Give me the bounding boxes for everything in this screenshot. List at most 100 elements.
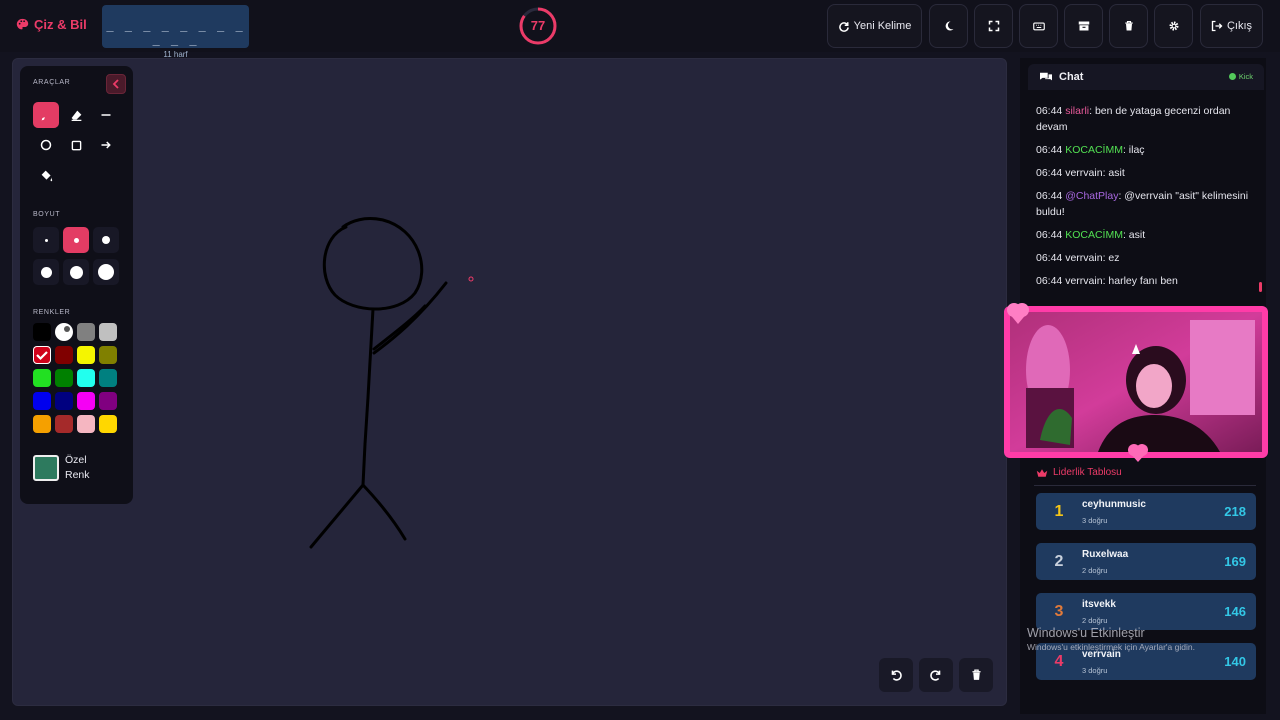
size-option-2[interactable] (63, 227, 89, 253)
leaderboard-rank: 2 (1054, 553, 1064, 570)
settings-button[interactable] (1154, 4, 1193, 48)
brush-tool[interactable] (33, 102, 59, 128)
size-section-label: BOYUT (33, 211, 61, 218)
brush-cursor (468, 276, 474, 282)
size-option-4[interactable] (33, 259, 59, 285)
new-word-label: Yeni Kelime (853, 20, 912, 32)
timer-value: 77 (530, 18, 546, 33)
leaderboard-score: 218 (1224, 504, 1246, 519)
chat-username[interactable]: verrvain (1065, 252, 1102, 264)
color-swatch[interactable] (99, 392, 117, 410)
archive-button[interactable] (1064, 4, 1103, 48)
logout-icon (1211, 20, 1223, 32)
chat-messages[interactable]: 06:44 silarli: ben de yataga gecenzi ord… (1036, 103, 1256, 296)
chat-username[interactable]: silarli (1065, 105, 1089, 117)
color-swatch[interactable] (33, 346, 51, 364)
custom-color-swatch[interactable] (33, 455, 59, 481)
tool-panel: ARAÇLAR BOYUT RENKLER Özel Renk (20, 66, 133, 504)
color-swatch[interactable] (33, 369, 51, 387)
size-dot (40, 266, 52, 278)
chevron-left-icon (112, 79, 119, 89)
chat-message: 06:44 verrvain: harley fanı ben (1036, 273, 1256, 289)
color-swatch[interactable] (99, 415, 117, 433)
color-swatch[interactable] (77, 392, 95, 410)
check-icon (36, 351, 48, 361)
keyboard-icon (1032, 22, 1045, 31)
color-swatch[interactable] (77, 369, 95, 387)
color-swatch[interactable] (33, 415, 51, 433)
color-swatch[interactable] (55, 346, 73, 364)
leaderboard-row: 1 ceyhunmusic 3 doğru 218 (1036, 493, 1256, 530)
chat-username[interactable]: verrvain (1065, 167, 1102, 179)
collapse-panel-button[interactable] (106, 74, 126, 94)
eraser-tool[interactable] (63, 102, 89, 128)
leaderboard-name: Ruxelwaa (1082, 549, 1129, 560)
color-swatch[interactable] (55, 323, 73, 341)
color-swatch[interactable] (77, 323, 95, 341)
fill-tool[interactable] (33, 162, 59, 188)
custom-color-label: Özel Renk (65, 453, 90, 483)
theme-toggle-button[interactable] (929, 4, 968, 48)
moon-icon (945, 21, 953, 31)
color-swatch[interactable] (77, 346, 95, 364)
color-swatch[interactable] (99, 369, 117, 387)
keyboard-button[interactable] (1019, 4, 1058, 48)
canvas-drawing (309, 217, 474, 549)
arrow-tool[interactable] (93, 132, 119, 158)
size-option-5[interactable] (63, 259, 89, 285)
circle-tool[interactable] (33, 132, 59, 158)
size-dot (98, 264, 114, 280)
size-option-1[interactable] (33, 227, 59, 253)
line-tool[interactable] (93, 102, 119, 128)
word-dashes: _ _ _ _ _ _ _ _ _ _ _ (106, 18, 245, 46)
new-word-button[interactable]: Yeni Kelime (827, 4, 922, 48)
palette-icon (16, 18, 29, 30)
platform-status: Kick (1228, 72, 1253, 81)
drawing-canvas[interactable] (12, 58, 1007, 706)
chat-text: : ilaç (1122, 144, 1145, 156)
color-swatch[interactable] (55, 392, 73, 410)
leaderboard-score: 140 (1224, 654, 1246, 669)
clear-canvas-button[interactable] (959, 658, 993, 692)
chat-text: : asit (1102, 167, 1125, 179)
fullscreen-icon (988, 20, 999, 32)
arrow-right-icon (101, 141, 111, 149)
chat-message: 06:44 silarli: ben de yataga gecenzi ord… (1036, 103, 1256, 135)
custom-color-picker[interactable]: Özel Renk (33, 448, 121, 488)
chat-username[interactable]: @ChatPlay (1065, 190, 1118, 202)
leaderboard-title-text: Liderlik Tablosu (1053, 467, 1122, 478)
leaderboard-rank: 3 (1054, 603, 1064, 620)
fullscreen-button[interactable] (974, 4, 1013, 48)
color-swatch[interactable] (99, 323, 117, 341)
color-swatch[interactable] (77, 415, 95, 433)
logout-button[interactable]: Çıkış (1200, 4, 1263, 48)
brush-icon (41, 109, 51, 120)
rectangle-tool[interactable] (63, 132, 89, 158)
chat-time: 06:44 (1036, 105, 1063, 117)
watermark-line1: Windows'u Etkinleştir (1027, 626, 1145, 640)
leaderboard-row: 3 itsvekk 2 doğru 146 (1036, 593, 1256, 630)
round-timer: 77 (518, 6, 558, 46)
online-dot (1228, 73, 1236, 80)
redo-button[interactable] (919, 658, 953, 692)
size-option-3[interactable] (93, 227, 119, 253)
color-swatch[interactable] (55, 369, 73, 387)
color-swatch[interactable] (33, 323, 51, 341)
chat-username[interactable]: KOCACİMM (1065, 229, 1123, 241)
chat-message: 06:44 verrvain: ez (1036, 250, 1256, 266)
color-swatch[interactable] (99, 346, 117, 364)
chat-username[interactable]: verrvain (1065, 275, 1102, 287)
chat-username[interactable]: KOCACİMM (1065, 144, 1123, 156)
leaderboard-row: 2 Ruxelwaa 2 doğru 169 (1036, 543, 1256, 580)
chat-scrollbar[interactable] (1259, 282, 1262, 292)
stick-figure-drawing (309, 217, 448, 549)
brand-name: Çiz & Bil (34, 17, 87, 32)
chat-bubbles-icon (1040, 72, 1052, 81)
undo-button[interactable] (879, 658, 913, 692)
color-swatch[interactable] (55, 415, 73, 433)
size-option-6[interactable] (93, 259, 119, 285)
clear-button[interactable] (1109, 4, 1148, 48)
webcam-feed (1004, 303, 1268, 462)
size-dot (69, 265, 83, 279)
color-swatch[interactable] (33, 392, 51, 410)
